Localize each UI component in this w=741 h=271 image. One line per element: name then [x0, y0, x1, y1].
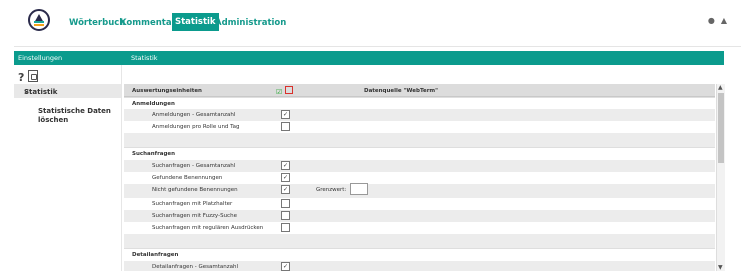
panel-divider [121, 65, 122, 271]
spacer-row [124, 133, 715, 147]
header-bar [14, 51, 724, 65]
checkbox-anmeldungen-gesamtanzahl[interactable]: ✓ [281, 110, 290, 119]
table-header-row: Auswertungseinheiten ☑ Datenquelle "WebT… [124, 84, 715, 97]
scroll-down-icon[interactable]: ▼ [718, 264, 723, 271]
nav-administration[interactable]: Administration [215, 15, 286, 31]
nav-divider [14, 46, 741, 47]
table-row: Gefundene Benennungen ✓ [124, 172, 715, 184]
statistics-header: Statistik [131, 54, 158, 62]
statistics-table: Auswertungseinheiten ☑ Datenquelle "WebT… [124, 84, 715, 271]
sidebar-item-label: Statistik [24, 88, 58, 96]
table-row: Anmeldungen pro Rolle und Tag [124, 121, 715, 133]
sidebar-item-statistik[interactable]: ✓ Statistik [14, 84, 121, 98]
toolbar: ? [18, 70, 39, 84]
checkbox-suchanfragen-gesamtanzahl[interactable]: ✓ [281, 161, 290, 170]
grenzwert-input[interactable] [350, 183, 368, 195]
app-logo-icon[interactable] [28, 9, 50, 31]
table-row: Detailanfragen - Gesamtanzahl ✓ [124, 261, 715, 271]
scroll-up-icon[interactable]: ▲ [718, 84, 723, 91]
user-icon[interactable]: ▲ [721, 16, 727, 25]
column-datenquelle: Datenquelle "WebTerm" [364, 88, 439, 94]
table-scrollbar[interactable]: ▲ ▼ [716, 84, 725, 271]
nav-statistik[interactable]: Statistik [172, 13, 219, 31]
help-icon[interactable]: ? [18, 71, 24, 84]
pdf-icon[interactable] [28, 70, 39, 82]
checkbox-regulaere-ausdruecke[interactable] [281, 223, 290, 232]
top-icons: ● ▲ [702, 16, 727, 25]
nav-woerterbuch[interactable]: Wörterbuch [69, 15, 125, 31]
checkbox-fuzzy-suche[interactable] [281, 211, 290, 220]
deselect-all-icon[interactable] [285, 86, 294, 94]
table-row: Suchanfragen mit Fuzzy-Suche [124, 210, 715, 222]
top-navigation: Wörterbuch Kommentare Statistik Administ… [0, 0, 741, 46]
column-auswertungseinheiten: Auswertungseinheiten [132, 88, 202, 94]
table-row: Suchanfragen mit Platzhalter [124, 198, 715, 210]
section-suchanfragen: Suchanfragen [124, 147, 715, 160]
checkbox-anmeldungen-pro-rolle[interactable] [281, 122, 290, 131]
grenzwert-label: Grenzwert: [316, 187, 347, 193]
table-row: Nicht gefundene Benennungen ✓ Grenzwert: [124, 183, 715, 198]
select-all-icon[interactable]: ☑ [276, 88, 282, 96]
scrollbar-thumb[interactable] [718, 93, 724, 163]
table-row: Suchanfragen - Gesamtanzahl ✓ [124, 160, 715, 172]
section-detailanfragen: Detailanfragen [124, 248, 715, 261]
checkbox-platzhalter[interactable] [281, 199, 290, 208]
checkbox-gefundene-benennungen[interactable]: ✓ [281, 173, 290, 182]
spacer-row [124, 234, 715, 248]
settings-header: Einstellungen [18, 54, 63, 62]
table-row: Suchanfragen mit regulären Ausdrücken [124, 222, 715, 234]
globe-icon[interactable]: ● [708, 16, 715, 25]
checkbox-detailanfragen-gesamtanzahl[interactable]: ✓ [281, 262, 290, 271]
select-all-controls: ☑ [276, 86, 294, 96]
sidebar-item-statistische-daten-loeschen[interactable]: Statistische Daten löschen [38, 107, 118, 125]
table-row: Anmeldungen - Gesamtanzahl ✓ [124, 109, 715, 121]
checkbox-nicht-gefundene-benennungen[interactable]: ✓ [281, 185, 290, 194]
